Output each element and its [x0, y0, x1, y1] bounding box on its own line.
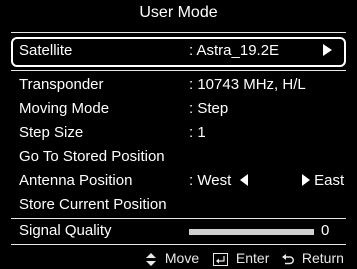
footer-return-label: Return [301, 250, 344, 266]
menu-item-go-to-stored-position[interactable]: Go To Stored Position [19, 146, 165, 167]
right-arrow-icon[interactable] [302, 174, 310, 186]
row-divider [11, 218, 346, 219]
up-down-icon [146, 252, 156, 266]
antenna-position-west: : West [189, 172, 232, 189]
satellite-label: Satellite [19, 42, 73, 59]
menu-item-store-current-position[interactable]: Store Current Position [19, 194, 167, 215]
footer-move: Move [146, 248, 199, 269]
menu-item-antenna-position[interactable]: Antenna Position [19, 170, 132, 191]
menu-item-step-size[interactable]: Step Size [19, 122, 83, 143]
satellite-value: : Astra_19.2E [189, 42, 280, 59]
return-icon [282, 253, 294, 264]
moving-mode-value: : Step [189, 100, 229, 117]
signal-quality-bar [189, 229, 314, 235]
signal-quality-value: 0 [321, 222, 330, 239]
transponder-value: : 10743 MHz, H/L [189, 76, 306, 93]
signal-quality-label: Signal Quality [19, 222, 112, 239]
antenna-position-east: East [314, 172, 345, 189]
title-divider [11, 32, 346, 33]
row-divider [11, 70, 346, 71]
enter-icon [213, 252, 228, 266]
antenna-east-group: East [302, 170, 344, 191]
footer-enter-label: Enter [235, 250, 270, 266]
footer-move-label: Move [164, 250, 200, 266]
footer-enter: Enter [213, 248, 269, 269]
left-arrow-icon[interactable] [240, 174, 249, 186]
footer-return: Return [282, 248, 344, 269]
antenna-position-control[interactable]: : West [189, 170, 249, 191]
menu-title: User Mode [139, 4, 218, 21]
menu-item-moving-mode[interactable]: Moving Mode [19, 98, 109, 119]
right-arrow-icon[interactable] [323, 44, 332, 56]
menu-item-transponder[interactable]: Transponder [19, 74, 104, 95]
step-size-value: : 1 [189, 124, 206, 141]
footer-divider [11, 244, 346, 245]
